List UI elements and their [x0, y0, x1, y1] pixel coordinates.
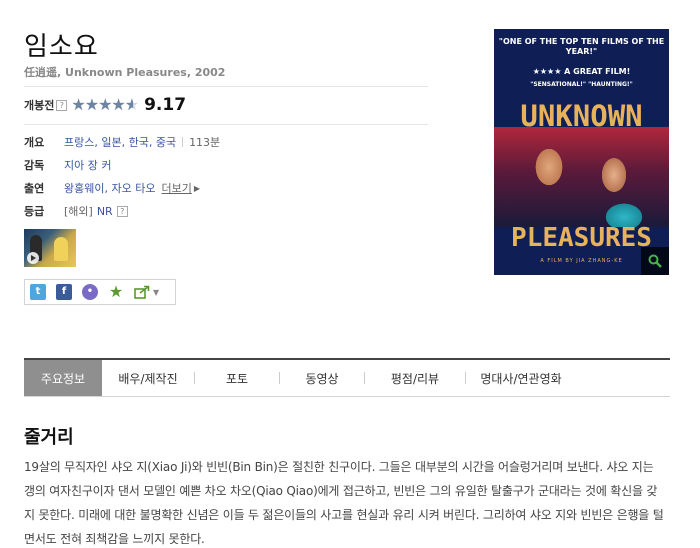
grade-region: [해외]	[64, 205, 93, 218]
info-cast: 출연 왕홍웨이, 자오 타오 더보기 ▶	[24, 180, 200, 196]
share-more-button[interactable]: ▼	[134, 285, 159, 299]
twitter-icon[interactable]: t	[30, 284, 46, 300]
help-icon[interactable]: ?	[116, 205, 128, 217]
rating-stars: ★★★★★ ★★★★★	[71, 95, 139, 114]
info-director: 감독 지아 장 커	[24, 157, 111, 173]
tab-photo[interactable]: 포토	[195, 360, 279, 396]
chevron-right-icon: ▶	[193, 183, 200, 193]
info-grade: 등급 [해외] NR ?	[24, 203, 132, 219]
synopsis-text: 19살의 무직자인 샤오 지(Xiao Ji)와 빈빈(Bin Bin)은 절친…	[24, 460, 664, 546]
share-toolbar: t f • ★ ▼	[24, 279, 176, 305]
cast-label: 출연	[24, 182, 45, 195]
tab-main-info[interactable]: 주요정보	[24, 360, 102, 396]
countries-link[interactable]: 프랑스, 일본, 한국, 중국	[64, 134, 176, 150]
director-link[interactable]: 지아 장 커	[64, 157, 111, 173]
cast-link[interactable]: 왕홍웨이, 자오 타오	[64, 180, 155, 196]
poster-quote-2: "SENSATIONAL!" "HAUNTING!"	[530, 81, 633, 88]
rating-row: 개봉전 ? ★★★★★ ★★★★★ 9.17	[24, 94, 186, 116]
chevron-down-icon: ▼	[153, 287, 160, 297]
rating-score: 9.17	[144, 95, 187, 115]
divider	[24, 124, 428, 125]
runtime: 113분	[189, 136, 221, 149]
play-icon	[27, 252, 39, 264]
zoom-button[interactable]	[641, 247, 669, 275]
star-favorite-icon[interactable]: ★	[108, 284, 124, 300]
separator	[182, 137, 184, 147]
poster-rating: ★★★★ A GREAT FILM!	[532, 67, 631, 76]
poster-title-line1: UNKNOWN	[520, 99, 643, 133]
kakaostory-icon[interactable]: •	[82, 284, 98, 300]
grade-value-link[interactable]: NR	[97, 205, 113, 218]
movie-poster[interactable]: "ONE OF THE TOP TEN FILMS OF THE YEAR!" …	[494, 29, 669, 275]
cast-more-link[interactable]: 더보기	[161, 180, 191, 196]
facebook-icon[interactable]: f	[56, 284, 72, 300]
tab-cast-crew[interactable]: 배우/제작진	[102, 360, 194, 396]
movie-title: 임소요	[24, 32, 99, 62]
poster-photo	[494, 127, 669, 227]
tab-reviews[interactable]: 평점/리뷰	[365, 360, 465, 396]
director-label: 감독	[24, 159, 45, 172]
video-thumbnail[interactable]	[24, 229, 76, 267]
synopsis-title: 줄거리	[24, 427, 74, 448]
tab-video[interactable]: 동영상	[280, 360, 364, 396]
overview-label: 개요	[24, 136, 45, 149]
poster-quote: "ONE OF THE TOP TEN FILMS OF THE YEAR!"	[498, 37, 665, 56]
help-icon[interactable]: ?	[56, 99, 68, 111]
rating-label: 개봉전	[24, 99, 55, 112]
tab-bar: 주요정보 배우/제작진 포토 동영상 평점/리뷰 명대사/연관영화	[24, 358, 670, 397]
grade-label: 등급	[24, 205, 45, 218]
movie-subtitle: 任逍遥, Unknown Pleasures, 2002	[24, 66, 226, 79]
magnifier-icon	[648, 254, 662, 268]
share-icon	[134, 285, 150, 299]
divider	[24, 86, 428, 87]
info-overview: 개요 프랑스, 일본, 한국, 중국 113분	[24, 134, 220, 150]
tab-quotes-related[interactable]: 명대사/연관영화	[466, 360, 576, 396]
